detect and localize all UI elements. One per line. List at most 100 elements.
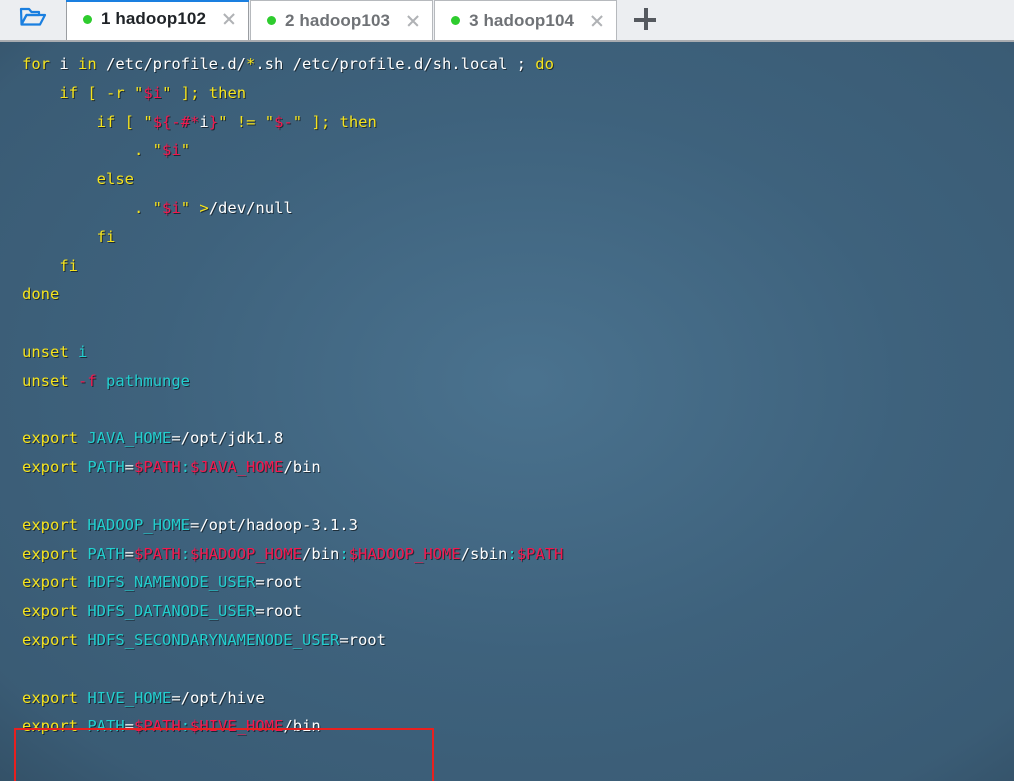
new-tab-button[interactable] (618, 0, 673, 40)
terminal-token: $PATH (134, 544, 181, 563)
terminal-token: : (180, 544, 191, 563)
terminal-token: =root (255, 602, 302, 621)
terminal-token: " (218, 112, 228, 131)
tab-list: 1 hadoop102 2 hadoop103 3 hadoop104 (66, 0, 618, 40)
terminal-token: JAVA_HOME (87, 429, 172, 448)
terminal-text-content: for i in /etc/profile.d/*.sh /etc/profil… (0, 42, 563, 741)
terminal-line: else (22, 165, 563, 194)
terminal-line: unset -f pathmunge (22, 367, 563, 396)
terminal-token: " (143, 112, 153, 131)
close-icon[interactable] (404, 12, 422, 30)
terminal-token: } (208, 112, 219, 131)
terminal-token: /bin (283, 458, 321, 477)
tab-hadoop104[interactable]: 3 hadoop104 (434, 0, 618, 40)
connection-status-dot (451, 16, 461, 25)
terminal-token: /bin (283, 717, 321, 736)
terminal-token: = (124, 458, 135, 477)
terminal-token: unset (22, 342, 69, 361)
close-icon[interactable] (220, 10, 238, 28)
terminal-token: * (245, 55, 256, 73)
terminal-token: export (22, 458, 78, 477)
terminal-token: " (152, 141, 163, 160)
terminal-line: export HDFS_NAMENODE_USER=root (22, 568, 563, 597)
terminal-line: fi (22, 252, 563, 281)
terminal-token: " (134, 83, 144, 102)
terminal-token: > (199, 198, 209, 217)
terminal-token: =/opt/jdk1.8 (171, 429, 284, 448)
terminal-token: =root (339, 630, 386, 649)
terminal-line: . "$i" (22, 136, 563, 165)
terminal-token: /etc/profile.d/ (96, 55, 246, 73)
terminal-token: unset (22, 371, 69, 390)
terminal-line: export PATH=$PATH:$HIVE_HOME/bin (22, 712, 563, 741)
terminal-token: =root (255, 573, 302, 592)
terminal-token: $HIVE_HOME (190, 717, 284, 736)
terminal-token: " (292, 112, 303, 131)
terminal-token: =/opt/hadoop-3.1.3 (190, 515, 358, 534)
terminal-token: : (180, 717, 191, 736)
terminal-pane[interactable]: for i in /etc/profile.d/*.sh /etc/profil… (0, 42, 1014, 781)
terminal-line: unset i (22, 338, 563, 367)
terminal-line: export PATH=$PATH:$HADOOP_HOME/bin:$HADO… (22, 540, 563, 569)
terminal-token: ; (320, 112, 331, 131)
open-folder-icon (18, 4, 48, 35)
terminal-token: fi (59, 256, 78, 275)
terminal-line: export HDFS_DATANODE_USER=root (22, 597, 563, 626)
terminal-token: : (180, 458, 191, 477)
terminal-token: " (180, 141, 191, 160)
terminal-token: $PATH (134, 458, 181, 477)
terminal-line: export JAVA_HOME=/opt/jdk1.8 (22, 424, 563, 453)
tab-hadoop102[interactable]: 1 hadoop102 (66, 0, 250, 40)
terminal-token: $JAVA_HOME (190, 458, 284, 477)
terminal-token: i (199, 112, 209, 131)
terminal-token: = (124, 544, 135, 563)
tab-hadoop103[interactable]: 2 hadoop103 (250, 0, 434, 40)
tab-label: 1 hadoop102 (101, 9, 207, 28)
terminal-line: export HADOOP_HOME=/opt/hadoop-3.1.3 (22, 511, 563, 540)
terminal-token: [ (124, 112, 135, 131)
terminal-token: /bin (302, 544, 340, 563)
terminal-token: then (339, 112, 377, 131)
terminal-token: $HADOOP_HOME (190, 544, 303, 563)
terminal-token: ] (180, 83, 191, 102)
open-folder-button[interactable] (0, 0, 66, 40)
terminal-token: export (22, 429, 78, 448)
close-icon[interactable] (588, 12, 606, 30)
terminal-token: -r (106, 83, 125, 102)
tab-bar-empty-area (672, 0, 1014, 40)
terminal-token: if (59, 83, 78, 102)
terminal-app-window: 1 hadoop102 2 hadoop103 3 hadoop104 for … (0, 0, 1014, 781)
terminal-line: if [ "${-#*i}" != "$-" ]; then (22, 108, 563, 137)
terminal-token: HDFS_SECONDARYNAMENODE_USER (87, 630, 340, 649)
terminal-line: export HIVE_HOME=/opt/hive (22, 684, 563, 713)
terminal-token: " (152, 198, 163, 217)
terminal-token: i (78, 342, 88, 361)
terminal-line: . "$i" >/dev/null (22, 194, 563, 223)
terminal-token: HADOOP_HOME (87, 515, 190, 534)
terminal-token: " (162, 83, 172, 102)
terminal-token: " (264, 112, 275, 131)
